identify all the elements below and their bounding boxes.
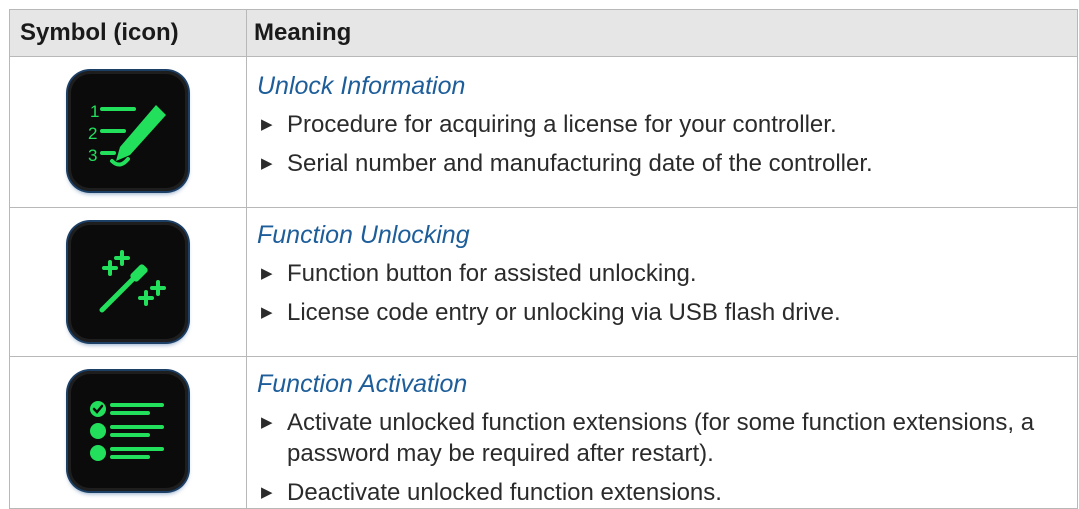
list-item: ▶ License code entry or unlocking via US…	[257, 297, 1077, 328]
list-item-text: Serial number and manufacturing date of …	[287, 150, 873, 177]
svg-text:3: 3	[88, 146, 97, 165]
list-item-text: Deactivate unlocked function extensions.	[287, 479, 722, 506]
bullet-arrow-icon: ▶	[261, 116, 273, 133]
bullet-arrow-icon: ▶	[261, 484, 273, 501]
list-item: ▶ Activate unlocked function extensions …	[257, 407, 1077, 469]
icon-cell	[9, 207, 247, 357]
icon-cell	[9, 356, 247, 509]
meaning-cell: Function Activation ▶ Activate unlocked …	[246, 356, 1078, 509]
list-item-text: Activate unlocked function extensions (f…	[287, 409, 1035, 467]
list-item: ▶ Deactivate unlocked function extension…	[257, 477, 1077, 508]
bullet-arrow-icon: ▶	[261, 414, 273, 431]
bullet-arrow-icon: ▶	[261, 304, 273, 321]
numbered-list-pencil-icon: 1 2 3	[68, 71, 188, 191]
row-title: Function Unlocking	[257, 221, 470, 249]
header-symbol: Symbol (icon)	[9, 9, 247, 57]
list-item: ▶ Serial number and manufacturing date o…	[257, 148, 1077, 179]
checklist-icon	[68, 371, 188, 491]
icon-cell: 1 2 3	[9, 56, 247, 208]
table-row: Function Unlocking ▶ Function button for…	[9, 207, 1078, 357]
meaning-cell: Function Unlocking ▶ Function button for…	[246, 207, 1078, 357]
list-item-text: License code entry or unlocking via USB …	[287, 299, 841, 326]
row-title: Unlock Information	[257, 72, 466, 100]
table-row: 1 2 3 Unlock Information ▶ Procedure for…	[9, 56, 1078, 208]
list-item: ▶ Procedure for acquiring a license for …	[257, 109, 1077, 140]
table-row: Function Activation ▶ Activate unlocked …	[9, 356, 1078, 509]
bullet-arrow-icon: ▶	[261, 155, 273, 172]
header-meaning: Meaning	[246, 9, 1078, 57]
table-header-row: Symbol (icon) Meaning	[9, 9, 1078, 57]
list-item: ▶ Function button for assisted unlocking…	[257, 258, 1077, 289]
meaning-cell: Unlock Information ▶ Procedure for acqui…	[246, 56, 1078, 208]
list-item-text: Function button for assisted unlocking.	[287, 260, 697, 287]
bullet-arrow-icon: ▶	[261, 265, 273, 282]
list-item-text: Procedure for acquiring a license for yo…	[287, 111, 837, 138]
magic-wand-plus-icon	[68, 222, 188, 342]
svg-text:2: 2	[88, 124, 97, 143]
svg-text:1: 1	[90, 102, 99, 121]
symbol-meaning-table: Symbol (icon) Meaning 1 2 3 Unlock Infor…	[9, 9, 1078, 509]
row-title: Function Activation	[257, 370, 468, 398]
